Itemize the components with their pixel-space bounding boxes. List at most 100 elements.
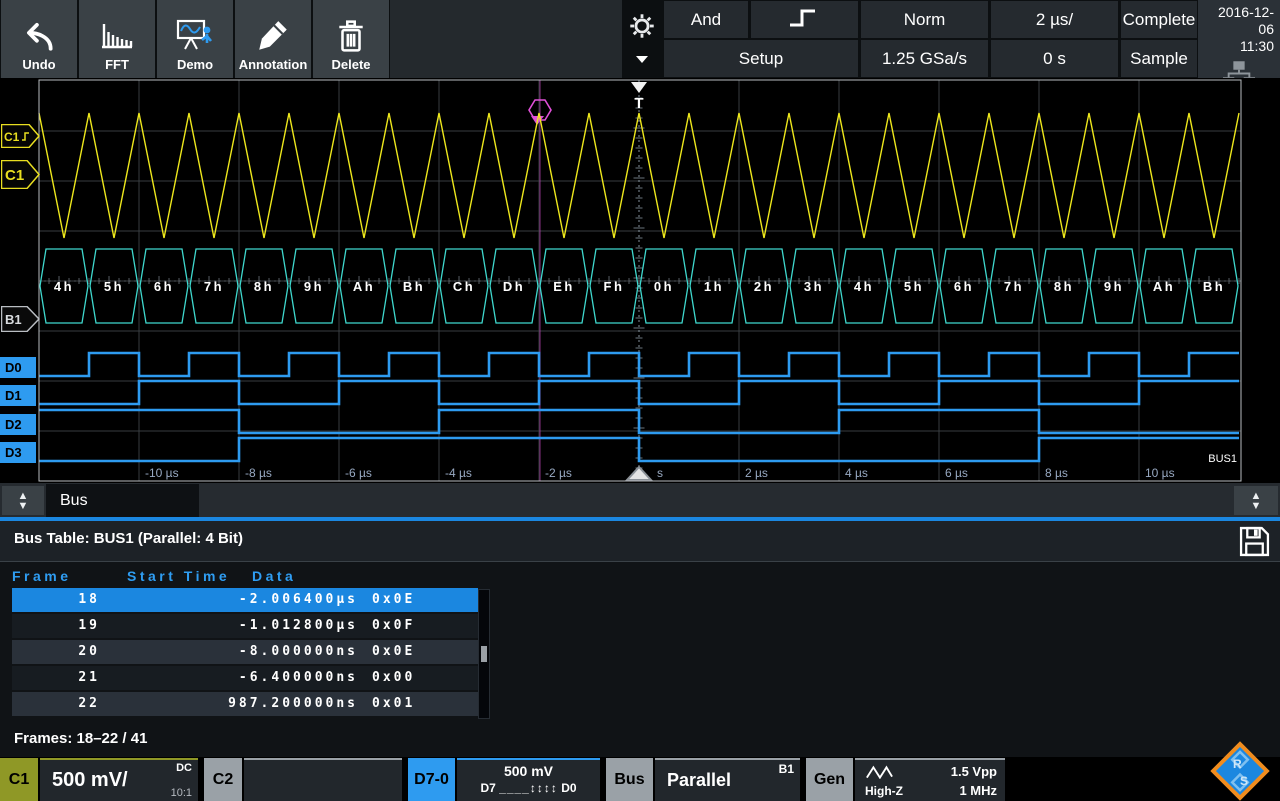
cell-data: 0x0E (372, 644, 416, 659)
fft-icon (99, 15, 135, 57)
settings-gear-button[interactable] (624, 0, 660, 78)
trigger-t-label: T (634, 95, 643, 112)
tab-bus[interactable]: Bus (46, 484, 199, 517)
bus-table-panel: Bus Table: BUS1 (Parallel: 4 Bit) Frame … (0, 521, 1280, 757)
trigger-slope-cell[interactable] (751, 1, 858, 38)
time-axis-labels: -10 µs -8 µs -6 µs -4 µs -2 µs s 2 µs 4 µs 6 µs 8… (145, 466, 1175, 480)
toolbar-button-label: Annotation (238, 57, 308, 72)
trigger-mode-cell[interactable]: Norm (861, 1, 988, 38)
table-row[interactable]: 19 -1.012800µs 0x0F (12, 614, 478, 638)
timebase-cell-label: 2 µs/ (1035, 9, 1074, 29)
trigger-position-marker[interactable] (624, 465, 654, 481)
bus-value-label: Bh (1203, 279, 1225, 294)
c2-channel-tag[interactable]: C2 (204, 758, 242, 801)
scroll-down-icon: ▼ (1250, 499, 1262, 512)
table-row[interactable]: 22 987.200000ns 0x01 (12, 692, 478, 716)
bus-value-label: 5h (104, 279, 124, 294)
c1-channel-tag[interactable]: C1 (0, 758, 38, 801)
bus1-position-tag[interactable]: B1 (0, 305, 41, 337)
save-button[interactable] (1239, 526, 1270, 562)
generator-settings-box[interactable]: High-Z 1.5 Vpp 1 MHz (855, 758, 1005, 801)
cell-data: 0x0F (372, 618, 416, 633)
channel1-position-tag[interactable]: C1 (0, 159, 40, 194)
trigger-level-tag[interactable]: C1 (0, 123, 40, 153)
acq-mode-cell[interactable]: Sample (1121, 40, 1197, 77)
bus-value-label: Eh (553, 279, 575, 294)
col-data-header: Data (252, 568, 297, 584)
bus-value-label: 8h (1054, 279, 1074, 294)
time-axis-label: s (657, 466, 663, 480)
acq-status-cell-label: Complete (1122, 9, 1196, 29)
generator-tag[interactable]: Gen (806, 758, 853, 801)
trigger-setup-cell[interactable]: Setup (664, 40, 858, 77)
toolbar: Undo FFT Demo Annotation Delete And Norm 2 µs/… (0, 0, 1280, 86)
bus-value-label: 0h (654, 279, 674, 294)
bus-value-label: 8h (254, 279, 274, 294)
digital-d2-tag[interactable]: D2 (0, 414, 36, 435)
toolbar-button-annotation[interactable]: Annotation (235, 0, 311, 78)
c2-settings-box[interactable] (244, 758, 402, 801)
bus-settings-box[interactable]: Parallel B1 (655, 758, 800, 801)
time-axis-label: 6 µs (945, 466, 968, 480)
time-axis-label: -2 µs (545, 466, 572, 480)
horizontal-pos-cell-label: 0 s (1043, 48, 1066, 68)
time-axis-label: 4 µs (845, 466, 868, 480)
tab-scroll-left-widget[interactable]: ▲ ▼ (2, 486, 44, 515)
bus-value-label: 9h (1104, 279, 1124, 294)
c1-settings-box[interactable]: 500 mV/ DC 10:1 (40, 758, 198, 801)
scroll-down-icon: ▼ (17, 499, 29, 512)
digital-d3-tag[interactable]: D3 (0, 442, 36, 463)
d7-0-settings-box[interactable]: 500 mV D7 ____↕↕↕↕ D0 (457, 758, 600, 801)
toolbar-button-delete[interactable]: Delete (313, 0, 389, 78)
waveform-display: 4h 5h 6h 7h 8h 9h Ah Bh Ch Dh Eh Fh 0h 1h 2h 3h 4h 5h 6h 7h… (0, 78, 1280, 482)
time-label: 11:30 (1240, 38, 1274, 54)
d7-0-scale-label: 500 mV (503, 763, 554, 779)
toolbar-button-label: Demo (176, 57, 214, 72)
datetime-panel[interactable]: 2016-12-06 11:30 (1198, 0, 1280, 86)
col-start-time-header: Start Time (127, 568, 231, 584)
scroll-up-icon: ▲ (17, 489, 29, 502)
oscilloscope-screen: Undo FFT Demo Annotation Delete And Norm 2 µs/… (0, 0, 1280, 801)
digital-d0-tag[interactable]: D0 (0, 357, 36, 378)
sample-rate-cell-label: 1.25 GSa/s (881, 48, 968, 68)
gear-icon (627, 11, 657, 46)
d7-0-logic-tag[interactable]: D7-0 (408, 758, 455, 801)
toolbar-button-fft[interactable]: FFT (79, 0, 155, 78)
tab-scroll-right-widget[interactable]: ▲ ▼ (1234, 486, 1278, 515)
bus-value-label: 4h (854, 279, 874, 294)
bus-table-title: Bus Table: BUS1 (Parallel: 4 Bit) (14, 530, 243, 547)
toolbar-button-demo[interactable]: Demo (157, 0, 233, 78)
table-row[interactable]: 18 -2.006400µs 0x0E (12, 588, 478, 612)
c1-scale-label: 500 mV/ (52, 769, 128, 791)
time-axis-label: -6 µs (345, 466, 372, 480)
toolbar-buttons: Undo FFT Demo Annotation Delete (1, 0, 389, 78)
bus-value-label: 4h (54, 279, 74, 294)
time-axis-label: 2 µs (745, 466, 768, 480)
toolbar-button-undo[interactable]: Undo (1, 0, 77, 78)
cell-frame: 21 (78, 670, 100, 685)
timebase-cell[interactable]: 2 µs/ (991, 1, 1118, 38)
channel-tag-label: C1 (5, 167, 24, 184)
trigger-time-marker[interactable]: T (631, 82, 647, 112)
bus-value-label: 6h (154, 279, 174, 294)
cell-start: -8.000000ns (238, 644, 358, 659)
table-row[interactable]: 21 -6.400000ns 0x00 (12, 666, 478, 690)
graticule: 4h 5h 6h 7h 8h 9h Ah Bh Ch Dh Eh Fh 0h 1h 2h 3h 4h 5h 6h 7h… (0, 78, 1280, 487)
bus-tag[interactable]: Bus (606, 758, 653, 801)
acq-status-cell[interactable]: Complete (1121, 1, 1197, 38)
sample-rate-cell[interactable]: 1.25 GSa/s (861, 40, 988, 77)
cell-start: -2.006400µs (238, 592, 358, 607)
scrollbar-handle[interactable] (481, 646, 487, 662)
chevron-down-icon (636, 50, 648, 68)
d7-0-bits-row: D7 ____↕↕↕↕ D0 (457, 781, 600, 795)
table-scrollbar[interactable] (478, 589, 490, 719)
triangle-wave-icon (865, 765, 893, 784)
bus-value-label: 3h (804, 279, 824, 294)
digital-d1-tag[interactable]: D1 (0, 385, 36, 406)
date-label: 2016-12-06 (1217, 4, 1274, 37)
trigger-logic-cell[interactable]: And (664, 1, 748, 38)
table-row[interactable]: 20 -8.000000ns 0x0E (12, 640, 478, 664)
horizontal-pos-cell[interactable]: 0 s (991, 40, 1118, 77)
bus-tag-label: B1 (5, 312, 22, 327)
time-axis-label: 8 µs (1045, 466, 1068, 480)
